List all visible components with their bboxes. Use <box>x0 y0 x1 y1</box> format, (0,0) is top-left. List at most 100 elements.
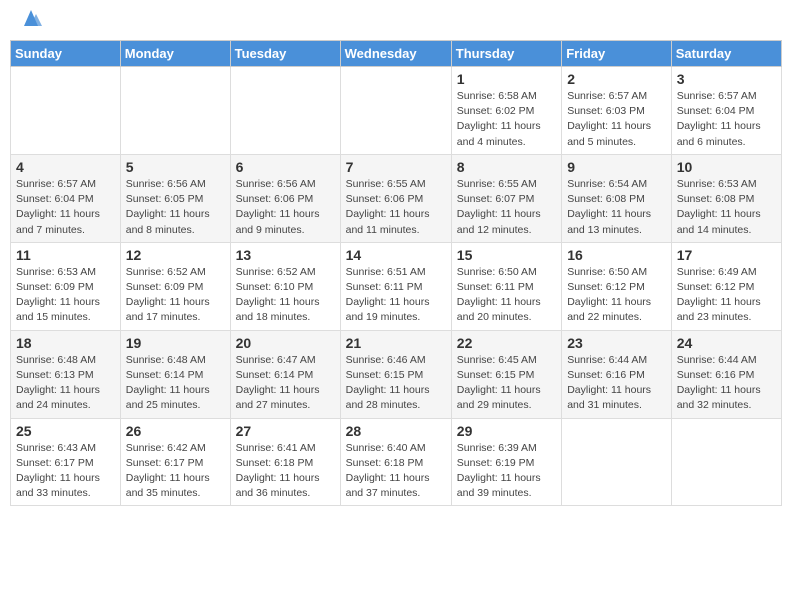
day-number: 27 <box>236 423 335 439</box>
calendar-cell: 17 Sunrise: 6:49 AMSunset: 6:12 PMDayligh… <box>671 242 781 330</box>
day-number: 24 <box>677 335 776 351</box>
day-info: Sunrise: 6:39 AMSunset: 6:19 PMDaylight:… <box>457 441 556 502</box>
calendar-cell: 29 Sunrise: 6:39 AMSunset: 6:19 PMDayligh… <box>451 418 561 506</box>
calendar-cell: 20 Sunrise: 6:47 AMSunset: 6:14 PMDayligh… <box>230 330 340 418</box>
day-info: Sunrise: 6:57 AMSunset: 6:04 PMDaylight:… <box>16 177 115 238</box>
calendar-cell: 15Sunrise: 6:50 AMSunset: 6:11 PMDayligh… <box>451 242 561 330</box>
calendar-cell: 1Sunrise: 6:58 AMSunset: 6:02 PMDaylight… <box>451 67 561 155</box>
calendar-cell: 7 Sunrise: 6:55 AMSunset: 6:06 PMDaylight… <box>340 154 451 242</box>
day-info: Sunrise: 6:42 AMSunset: 6:17 PMDaylight:… <box>126 441 225 502</box>
day-number: 14 <box>346 247 446 263</box>
calendar-cell <box>11 67 121 155</box>
calendar-cell: 2 Sunrise: 6:57 AMSunset: 6:03 PMDaylight… <box>562 67 672 155</box>
day-info: Sunrise: 6:48 AMSunset: 6:14 PMDaylight:… <box>126 353 225 414</box>
calendar-cell: 21Sunrise: 6:46 AMSunset: 6:15 PMDayligh… <box>340 330 451 418</box>
weekday-header: Thursday <box>451 41 561 67</box>
calendar-cell <box>340 67 451 155</box>
day-number: 5 <box>126 159 225 175</box>
day-number: 6 <box>236 159 335 175</box>
day-info: Sunrise: 6:55 AMSunset: 6:06 PMDaylight:… <box>346 177 446 238</box>
day-info: Sunrise: 6:56 AMSunset: 6:06 PMDaylight:… <box>236 177 335 238</box>
calendar-cell: 5Sunrise: 6:56 AMSunset: 6:05 PMDaylight… <box>120 154 230 242</box>
day-number: 11 <box>16 247 115 263</box>
calendar-week-row: 1Sunrise: 6:58 AMSunset: 6:02 PMDaylight… <box>11 67 782 155</box>
day-info: Sunrise: 6:44 AMSunset: 6:16 PMDaylight:… <box>677 353 776 414</box>
calendar-cell: 18Sunrise: 6:48 AMSunset: 6:13 PMDayligh… <box>11 330 121 418</box>
day-number: 10 <box>677 159 776 175</box>
day-info: Sunrise: 6:40 AMSunset: 6:18 PMDaylight:… <box>346 441 446 502</box>
calendar-cell: 16 Sunrise: 6:50 AMSunset: 6:12 PMDayligh… <box>562 242 672 330</box>
calendar-cell: 27 Sunrise: 6:41 AMSunset: 6:18 PMDayligh… <box>230 418 340 506</box>
calendar-cell <box>230 67 340 155</box>
day-info: Sunrise: 6:49 AMSunset: 6:12 PMDaylight:… <box>677 265 776 326</box>
calendar-cell: 19 Sunrise: 6:48 AMSunset: 6:14 PMDayligh… <box>120 330 230 418</box>
day-info: Sunrise: 6:52 AMSunset: 6:09 PMDaylight:… <box>126 265 225 326</box>
calendar-cell <box>120 67 230 155</box>
day-info: Sunrise: 6:57 AMSunset: 6:03 PMDaylight:… <box>567 89 666 150</box>
calendar-week-row: 18Sunrise: 6:48 AMSunset: 6:13 PMDayligh… <box>11 330 782 418</box>
day-number: 9 <box>567 159 666 175</box>
calendar-week-row: 4 Sunrise: 6:57 AMSunset: 6:04 PMDaylight… <box>11 154 782 242</box>
day-number: 15 <box>457 247 556 263</box>
day-number: 20 <box>236 335 335 351</box>
calendar-cell: 8 Sunrise: 6:55 AMSunset: 6:07 PMDaylight… <box>451 154 561 242</box>
weekday-header: Friday <box>562 41 672 67</box>
day-number: 26 <box>126 423 225 439</box>
calendar-cell: 28 Sunrise: 6:40 AMSunset: 6:18 PMDayligh… <box>340 418 451 506</box>
calendar-cell: 4 Sunrise: 6:57 AMSunset: 6:04 PMDaylight… <box>11 154 121 242</box>
day-number: 2 <box>567 71 666 87</box>
day-number: 13 <box>236 247 335 263</box>
weekday-header: Sunday <box>11 41 121 67</box>
calendar-header-row: SundayMondayTuesdayWednesdayThursdayFrid… <box>11 41 782 67</box>
calendar-week-row: 11Sunrise: 6:53 AMSunset: 6:09 PMDayligh… <box>11 242 782 330</box>
day-number: 7 <box>346 159 446 175</box>
logo <box>18 18 42 28</box>
day-number: 17 <box>677 247 776 263</box>
day-info: Sunrise: 6:46 AMSunset: 6:15 PMDaylight:… <box>346 353 446 414</box>
calendar-cell <box>671 418 781 506</box>
day-number: 18 <box>16 335 115 351</box>
calendar-cell: 11Sunrise: 6:53 AMSunset: 6:09 PMDayligh… <box>11 242 121 330</box>
page-header <box>10 10 782 32</box>
calendar-week-row: 25 Sunrise: 6:43 AMSunset: 6:17 PMDayligh… <box>11 418 782 506</box>
day-info: Sunrise: 6:57 AMSunset: 6:04 PMDaylight:… <box>677 89 776 150</box>
day-number: 8 <box>457 159 556 175</box>
day-number: 25 <box>16 423 115 439</box>
logo-icon <box>20 8 42 28</box>
calendar-cell: 6 Sunrise: 6:56 AMSunset: 6:06 PMDaylight… <box>230 154 340 242</box>
day-info: Sunrise: 6:44 AMSunset: 6:16 PMDaylight:… <box>567 353 666 414</box>
day-number: 19 <box>126 335 225 351</box>
calendar-cell: 14 Sunrise: 6:51 AMSunset: 6:11 PMDayligh… <box>340 242 451 330</box>
calendar-table: SundayMondayTuesdayWednesdayThursdayFrid… <box>10 40 782 506</box>
day-info: Sunrise: 6:43 AMSunset: 6:17 PMDaylight:… <box>16 441 115 502</box>
day-number: 23 <box>567 335 666 351</box>
day-number: 12 <box>126 247 225 263</box>
day-number: 3 <box>677 71 776 87</box>
day-info: Sunrise: 6:50 AMSunset: 6:12 PMDaylight:… <box>567 265 666 326</box>
day-info: Sunrise: 6:55 AMSunset: 6:07 PMDaylight:… <box>457 177 556 238</box>
weekday-header: Wednesday <box>340 41 451 67</box>
day-number: 28 <box>346 423 446 439</box>
calendar-cell: 25 Sunrise: 6:43 AMSunset: 6:17 PMDayligh… <box>11 418 121 506</box>
day-number: 4 <box>16 159 115 175</box>
calendar-cell <box>562 418 672 506</box>
day-info: Sunrise: 6:41 AMSunset: 6:18 PMDaylight:… <box>236 441 335 502</box>
day-number: 22 <box>457 335 556 351</box>
day-number: 29 <box>457 423 556 439</box>
calendar-cell: 22 Sunrise: 6:45 AMSunset: 6:15 PMDayligh… <box>451 330 561 418</box>
day-info: Sunrise: 6:47 AMSunset: 6:14 PMDaylight:… <box>236 353 335 414</box>
day-info: Sunrise: 6:58 AMSunset: 6:02 PMDaylight:… <box>457 89 556 150</box>
day-info: Sunrise: 6:52 AMSunset: 6:10 PMDaylight:… <box>236 265 335 326</box>
day-number: 16 <box>567 247 666 263</box>
calendar-cell: 10Sunrise: 6:53 AMSunset: 6:08 PMDayligh… <box>671 154 781 242</box>
weekday-header: Tuesday <box>230 41 340 67</box>
calendar-cell: 9Sunrise: 6:54 AMSunset: 6:08 PMDaylight… <box>562 154 672 242</box>
calendar-cell: 23 Sunrise: 6:44 AMSunset: 6:16 PMDayligh… <box>562 330 672 418</box>
day-info: Sunrise: 6:45 AMSunset: 6:15 PMDaylight:… <box>457 353 556 414</box>
weekday-header: Saturday <box>671 41 781 67</box>
calendar-cell: 12 Sunrise: 6:52 AMSunset: 6:09 PMDayligh… <box>120 242 230 330</box>
calendar-cell: 3 Sunrise: 6:57 AMSunset: 6:04 PMDaylight… <box>671 67 781 155</box>
calendar-cell: 24 Sunrise: 6:44 AMSunset: 6:16 PMDayligh… <box>671 330 781 418</box>
calendar-cell: 26 Sunrise: 6:42 AMSunset: 6:17 PMDayligh… <box>120 418 230 506</box>
day-info: Sunrise: 6:51 AMSunset: 6:11 PMDaylight:… <box>346 265 446 326</box>
